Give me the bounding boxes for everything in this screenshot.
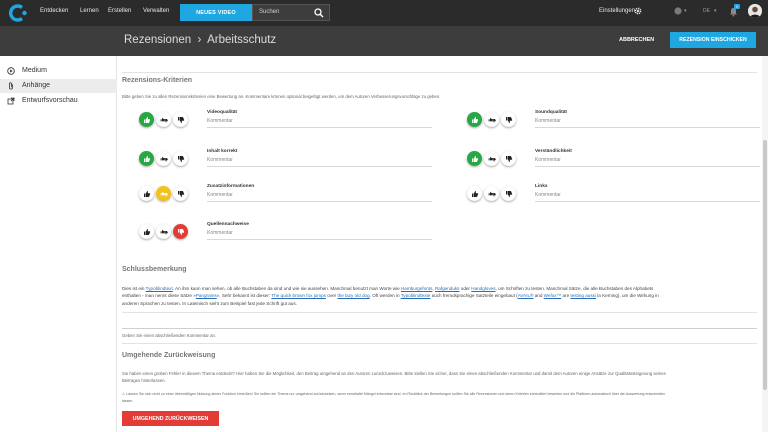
page-header: Rezensionen › Arbeitsschutz ABBRECHEN RE…	[0, 26, 768, 56]
criterion-name: Zusatzinformationen	[207, 184, 255, 189]
thumbs-down-icon[interactable]	[173, 151, 188, 166]
main-content: Rezensions-Kriterien Bitte geben Sie zu …	[117, 56, 762, 432]
thumbs-up-icon[interactable]	[467, 112, 482, 127]
thumbs-up-icon[interactable]	[467, 186, 482, 201]
criterion-comment-input[interactable]: Kommentar	[207, 118, 233, 124]
criterion-name: Verständlichkeit	[535, 149, 572, 154]
search-placeholder: Suchen	[259, 9, 280, 15]
gear-icon[interactable]	[634, 7, 642, 15]
sidebar-item-medium[interactable]: Medium	[0, 64, 117, 78]
review-intro-text: Bitte geben Sie zu allen Rezensionskrite…	[122, 94, 441, 99]
thumbs-neutral-icon[interactable]	[484, 186, 499, 201]
criterion-name: Inhalt korrekt	[207, 149, 238, 154]
nav-link-verwalten[interactable]: Verwalten	[143, 8, 169, 14]
submit-review-button[interactable]: REZENSION EINSCHICKEN	[670, 32, 756, 48]
thumbs-neutral-icon[interactable]	[484, 151, 499, 166]
language-selector[interactable]: DE	[703, 8, 710, 14]
thumbs-down-icon[interactable]	[173, 224, 188, 239]
thumbs-up-icon[interactable]	[139, 224, 154, 239]
final-remark-title: Schlussbemerkung	[122, 266, 187, 273]
top-navigation: Entdecken Lernen Erstellen Verwalten NEU…	[0, 0, 768, 26]
search-icon[interactable]	[314, 8, 324, 18]
criterion-row: Quellennachweise Kommentar	[139, 222, 439, 256]
criterion-comment-input[interactable]: Kommentar	[535, 118, 561, 124]
criterion-row: Inhalt korrekt Kommentar	[139, 149, 439, 183]
criterion-comment-input[interactable]: Kommentar	[207, 230, 233, 236]
divider	[122, 343, 757, 344]
sidebar: Medium Anhänge Entwurfsvorschau	[0, 56, 117, 432]
sidebar-item-label: Medium	[22, 67, 47, 74]
notification-badge: 9	[734, 4, 740, 9]
criterion-row: Videoqualität Kommentar	[139, 110, 439, 144]
settings-link[interactable]: Einstellungen	[599, 8, 635, 14]
thumbs-up-icon[interactable]	[467, 151, 482, 166]
thumbs-down-icon[interactable]	[173, 186, 188, 201]
help-icon[interactable]	[674, 7, 682, 15]
thumbs-neutral-icon[interactable]	[156, 186, 171, 201]
nav-link-lernen[interactable]: Lernen	[80, 8, 99, 14]
avatar[interactable]	[748, 4, 762, 18]
criterion-name: Links	[535, 184, 548, 189]
cancel-button[interactable]: ABBRECHEN	[619, 37, 654, 43]
thumbs-down-icon[interactable]	[501, 151, 516, 166]
reject-immediately-button[interactable]: UMGEHEND ZURÜCKWEISEN	[122, 411, 219, 426]
app-logo-icon[interactable]	[8, 4, 28, 22]
sidebar-item-anhaenge[interactable]: Anhänge	[0, 79, 117, 93]
thumbs-down-icon[interactable]	[501, 186, 516, 201]
divider	[122, 72, 757, 73]
thumbs-down-icon[interactable]	[173, 112, 188, 127]
criterion-comment-input[interactable]: Kommentar	[535, 192, 561, 198]
external-link-icon	[7, 97, 15, 105]
criterion-name: Soundqualität	[535, 110, 567, 115]
search-input[interactable]: Suchen	[252, 4, 330, 21]
thumbs-up-icon[interactable]	[139, 151, 154, 166]
thumbs-neutral-icon[interactable]	[156, 151, 171, 166]
criterion-row: Zusatzinformationen Kommentar	[139, 184, 439, 218]
sidebar-item-entwurfsvorschau[interactable]: Entwurfsvorschau	[0, 94, 117, 108]
comment-underline	[535, 127, 760, 128]
thumbs-down-icon[interactable]	[501, 112, 516, 127]
help-caret-icon[interactable]: ▾	[684, 8, 687, 14]
reject-text: Sie haben einen groben Fehler in diesem …	[122, 371, 666, 383]
comment-underline	[207, 201, 432, 202]
comment-underline	[535, 166, 760, 167]
comment-underline	[207, 127, 432, 128]
thumbs-up-icon[interactable]	[139, 186, 154, 201]
final-remark-text[interactable]: Dies ist ein Typoblindtext. An ihm kann …	[122, 285, 762, 307]
paperclip-icon	[9, 82, 13, 90]
final-remark-hint: Geben Sie einen abschließenden Kommentar…	[122, 333, 217, 338]
review-criteria-title: Rezensions-Kriterien	[122, 77, 193, 84]
criterion-comment-input[interactable]: Kommentar	[207, 157, 233, 163]
criterion-comment-input[interactable]: Kommentar	[207, 192, 233, 198]
thumbs-neutral-icon[interactable]	[156, 112, 171, 127]
thumbs-neutral-icon[interactable]	[156, 224, 171, 239]
nav-link-entdecken[interactable]: Entdecken	[40, 8, 68, 14]
thumbs-up-icon[interactable]	[139, 112, 154, 127]
thumbs-neutral-icon[interactable]	[484, 112, 499, 127]
breadcrumb: Rezensionen › Arbeitsschutz	[124, 34, 277, 46]
criterion-row: Soundqualität Kommentar	[467, 110, 767, 144]
sidebar-item-label: Anhänge	[22, 82, 51, 89]
criterion-row: Links Kommentar	[467, 184, 767, 218]
reject-title: Umgehende Zurückweisung	[122, 352, 216, 359]
comment-underline	[207, 166, 432, 167]
nav-link-erstellen[interactable]: Erstellen	[108, 8, 131, 14]
criterion-comment-input[interactable]: Kommentar	[535, 157, 561, 163]
divider	[122, 312, 757, 313]
language-caret-icon[interactable]: ▾	[714, 8, 717, 14]
criterion-name: Quellennachweise	[207, 222, 249, 227]
comment-underline	[207, 239, 432, 240]
new-video-button[interactable]: NEUES VIDEO	[180, 4, 252, 21]
criterion-name: Videoqualität	[207, 110, 238, 115]
comment-underline	[535, 201, 760, 202]
criterion-row: Verständlichkeit Kommentar	[467, 149, 767, 183]
sidebar-item-label: Entwurfsvorschau	[22, 97, 78, 104]
final-remark-underline	[122, 328, 757, 329]
play-circle-icon	[7, 67, 15, 75]
reject-warning: ⚠ Lassen Sie sich nicht zu einer übermäß…	[122, 392, 665, 403]
